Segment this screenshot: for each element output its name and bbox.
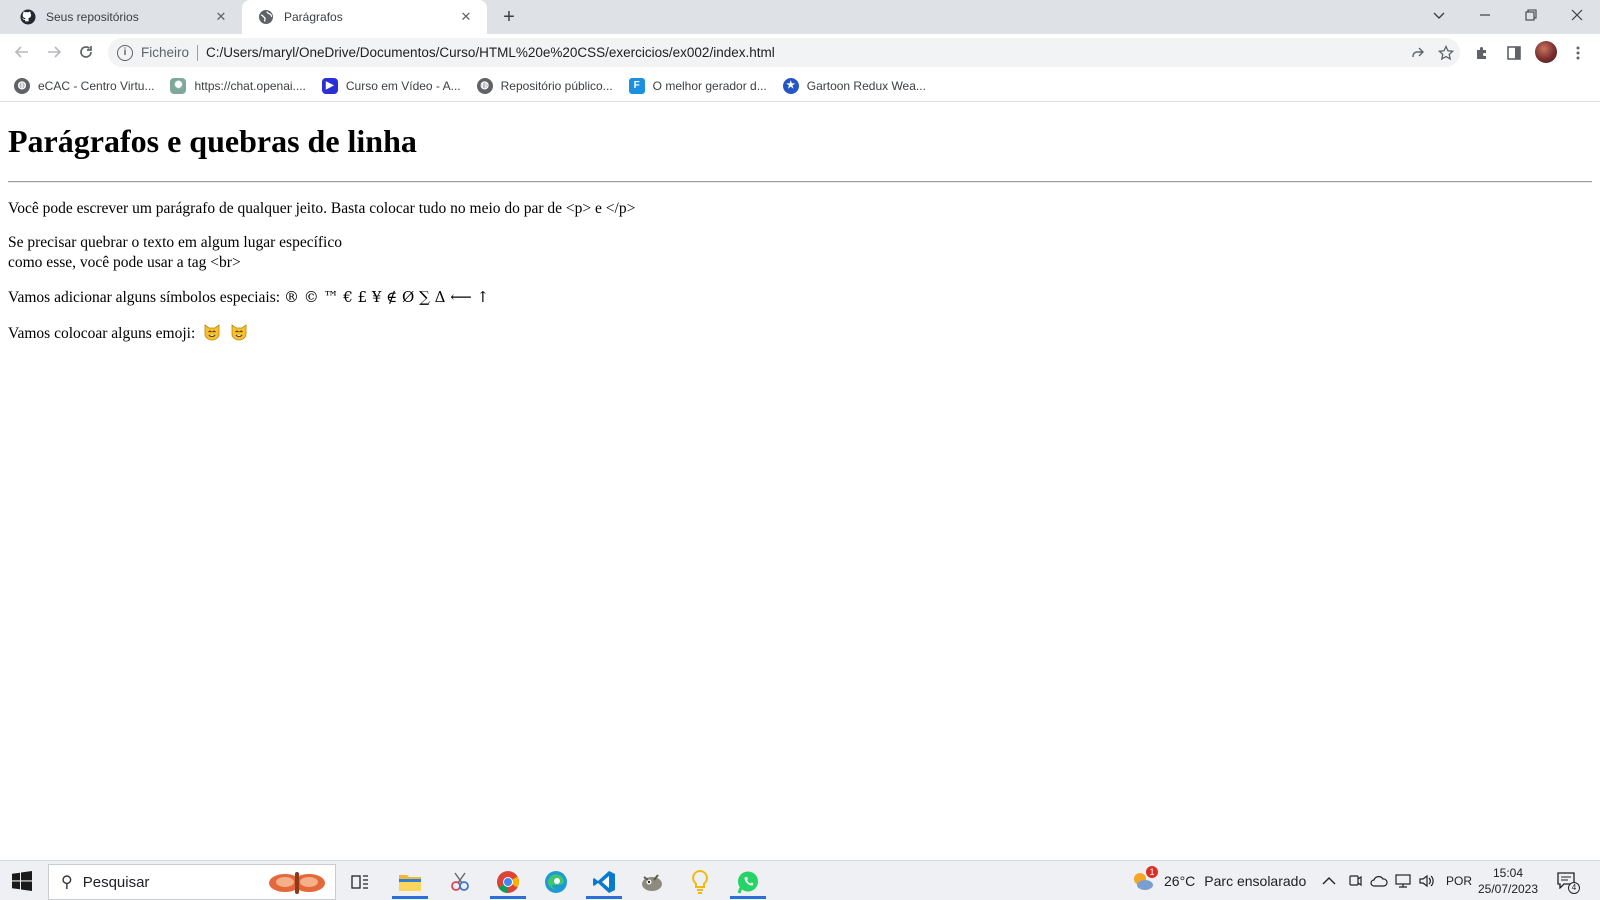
minimize-button[interactable] (1462, 0, 1508, 30)
weather-temperature: 26°C (1164, 873, 1196, 889)
close-tab-icon[interactable]: ✕ (457, 9, 475, 25)
globe-icon (259, 10, 273, 24)
page-heading: Parágrafos e quebras de linha (8, 123, 417, 159)
globe-icon: ◍ (476, 77, 493, 94)
clock-time: 15:04 (1492, 866, 1524, 880)
weather-widget[interactable]: 1 26°C Parc ensolarado (1132, 861, 1306, 900)
whatsapp-icon[interactable] (728, 865, 768, 899)
system-clock[interactable]: 15:04 25/07/2023 (1474, 865, 1542, 897)
tab-paragrafos[interactable]: Parágrafos ✕ (242, 0, 487, 34)
file-explorer-icon[interactable] (390, 865, 430, 899)
menu-kebab-icon[interactable] (1566, 41, 1590, 65)
onedrive-cloud-icon[interactable] (1370, 861, 1388, 900)
share-icon[interactable] (1404, 41, 1432, 65)
meet-now-icon[interactable] (1348, 861, 1362, 900)
horizontal-rule (8, 181, 1592, 183)
weather-description: Parc ensolarado (1204, 873, 1307, 889)
cat-face-emoji-icon (204, 324, 220, 341)
bookmark-star-icon[interactable] (1432, 41, 1460, 65)
lightbulb-icon[interactable] (680, 865, 720, 899)
weather-alert-badge: 1 (1146, 866, 1158, 878)
windows-taskbar: ⚲ Pesquisar 1 26°C Parc ensolarado POR 1… (0, 860, 1600, 900)
vscode-icon[interactable] (584, 865, 624, 899)
bookmark-melhor-gerador[interactable]: F O melhor gerador d... (628, 77, 767, 94)
browser-toolbar: i Ficheiro C:/Users/maryl/OneDrive/Docum… (0, 34, 1600, 70)
bookmark-label: Repositório público... (500, 78, 613, 93)
bookmark-label: Curso em Vídeo - A... (345, 78, 461, 93)
volume-icon[interactable] (1418, 861, 1436, 900)
paragraph-1: Você pode escrever um parágrafo de qualq… (8, 200, 636, 217)
info-icon[interactable]: i (117, 44, 133, 61)
tab-seus-repositorios[interactable]: Seus repositórios ✕ (4, 0, 242, 34)
paragraph-3: Vamos adicionar alguns símbolos especiai… (8, 287, 1592, 308)
notifications-count: 4 (1568, 882, 1580, 894)
taskbar-search-input[interactable]: ⚲ Pesquisar (48, 864, 336, 900)
paragraph-2: Se precisar quebrar o texto em algum lug… (8, 233, 1592, 273)
page-content: Parágrafos e quebras de linha Você pode … (0, 102, 1600, 860)
close-window-button[interactable] (1554, 0, 1600, 30)
bookmark-label: eCAC - Centro Virtu... (38, 78, 155, 93)
special-symbols: ® © ™ € £ ¥ ∉ Ø ∑ Δ ⟵ ↑ (283, 288, 490, 306)
fontmeme-icon: F (628, 77, 645, 94)
bookmark-ecac[interactable]: ◍ eCAC - Centro Virtu... (14, 77, 155, 94)
windows-start-icon[interactable] (12, 871, 32, 891)
paragraph-4: Vamos colocoar alguns emoji: (8, 322, 1592, 344)
task-view-icon[interactable] (340, 865, 380, 899)
address-separator (197, 44, 199, 61)
bookmark-repositorio-publico[interactable]: ◍ Repositório público... (476, 77, 613, 94)
openai-icon: ✺ (170, 77, 187, 94)
tab-title: Parágrafos (284, 10, 343, 24)
address-bar[interactable]: i Ficheiro C:/Users/maryl/OneDrive/Docum… (108, 38, 1460, 67)
network-icon[interactable] (1394, 861, 1412, 900)
tab-title: Seus repositórios (46, 10, 139, 24)
reload-icon[interactable] (74, 40, 98, 64)
tab-strip: Seus repositórios ✕ Parágrafos ✕ + (0, 0, 1600, 34)
moth-highlight-icon (269, 872, 325, 894)
bookmark-label: Gartoon Redux Wea... (806, 78, 926, 93)
restore-button[interactable] (1508, 0, 1554, 30)
bookmark-chat-openai[interactable]: ✺ https://chat.openai.... (170, 77, 306, 94)
cat-face-emoji-icon (231, 324, 247, 341)
bookmark-label: https://chat.openai.... (194, 78, 306, 93)
close-tab-icon[interactable]: ✕ (212, 9, 230, 25)
bookmark-label: O melhor gerador d... (652, 78, 767, 93)
github-icon (20, 9, 36, 25)
address-scheme-label: Ficheiro (141, 45, 190, 60)
cursoemvideo-icon: ▶ (321, 77, 338, 94)
address-url[interactable]: C:/Users/maryl/OneDrive/Documentos/Curso… (206, 45, 1404, 60)
paragraph-3-text: Vamos adicionar alguns símbolos especiai… (8, 289, 284, 306)
profile-avatar[interactable] (1535, 41, 1557, 63)
star-icon: ★ (782, 77, 799, 94)
search-icon: ⚲ (61, 874, 73, 891)
side-panel-icon[interactable] (1502, 41, 1526, 65)
paragraph-2-line-2: como esse, você pode usar a tag <br> (8, 254, 241, 271)
globe-icon: ◍ (14, 77, 30, 94)
paragraph-4-text: Vamos colocoar alguns emoji: (8, 325, 200, 342)
snipping-tool-icon[interactable] (440, 865, 480, 899)
tab-search-chevron-icon[interactable] (1416, 0, 1462, 30)
gimp-icon[interactable] (632, 865, 672, 899)
edge-icon[interactable] (536, 865, 576, 899)
paragraph-2-line-1: Se precisar quebrar o texto em algum lug… (8, 234, 342, 251)
notifications-icon[interactable]: 4 (1556, 861, 1580, 900)
weather-sun-cloud-icon: 1 (1132, 866, 1158, 892)
bookmark-gartoon-redux[interactable]: ★ Gartoon Redux Wea... (782, 77, 926, 94)
search-placeholder: Pesquisar (82, 873, 150, 891)
show-hidden-icons-chevron-icon[interactable] (1322, 861, 1336, 900)
bookmark-curso-em-video[interactable]: ▶ Curso em Vídeo - A... (321, 77, 461, 94)
forward-arrow-icon[interactable] (42, 40, 66, 64)
input-language[interactable]: POR (1446, 861, 1472, 900)
bookmarks-bar: ◍ eCAC - Centro Virtu... ✺ https://chat.… (0, 70, 1600, 102)
back-arrow-icon[interactable] (10, 40, 34, 64)
extensions-puzzle-icon[interactable] (1470, 41, 1494, 65)
chrome-icon[interactable] (488, 865, 528, 899)
clock-date: 25/07/2023 (1477, 882, 1539, 896)
new-tab-button[interactable]: + (498, 6, 520, 28)
